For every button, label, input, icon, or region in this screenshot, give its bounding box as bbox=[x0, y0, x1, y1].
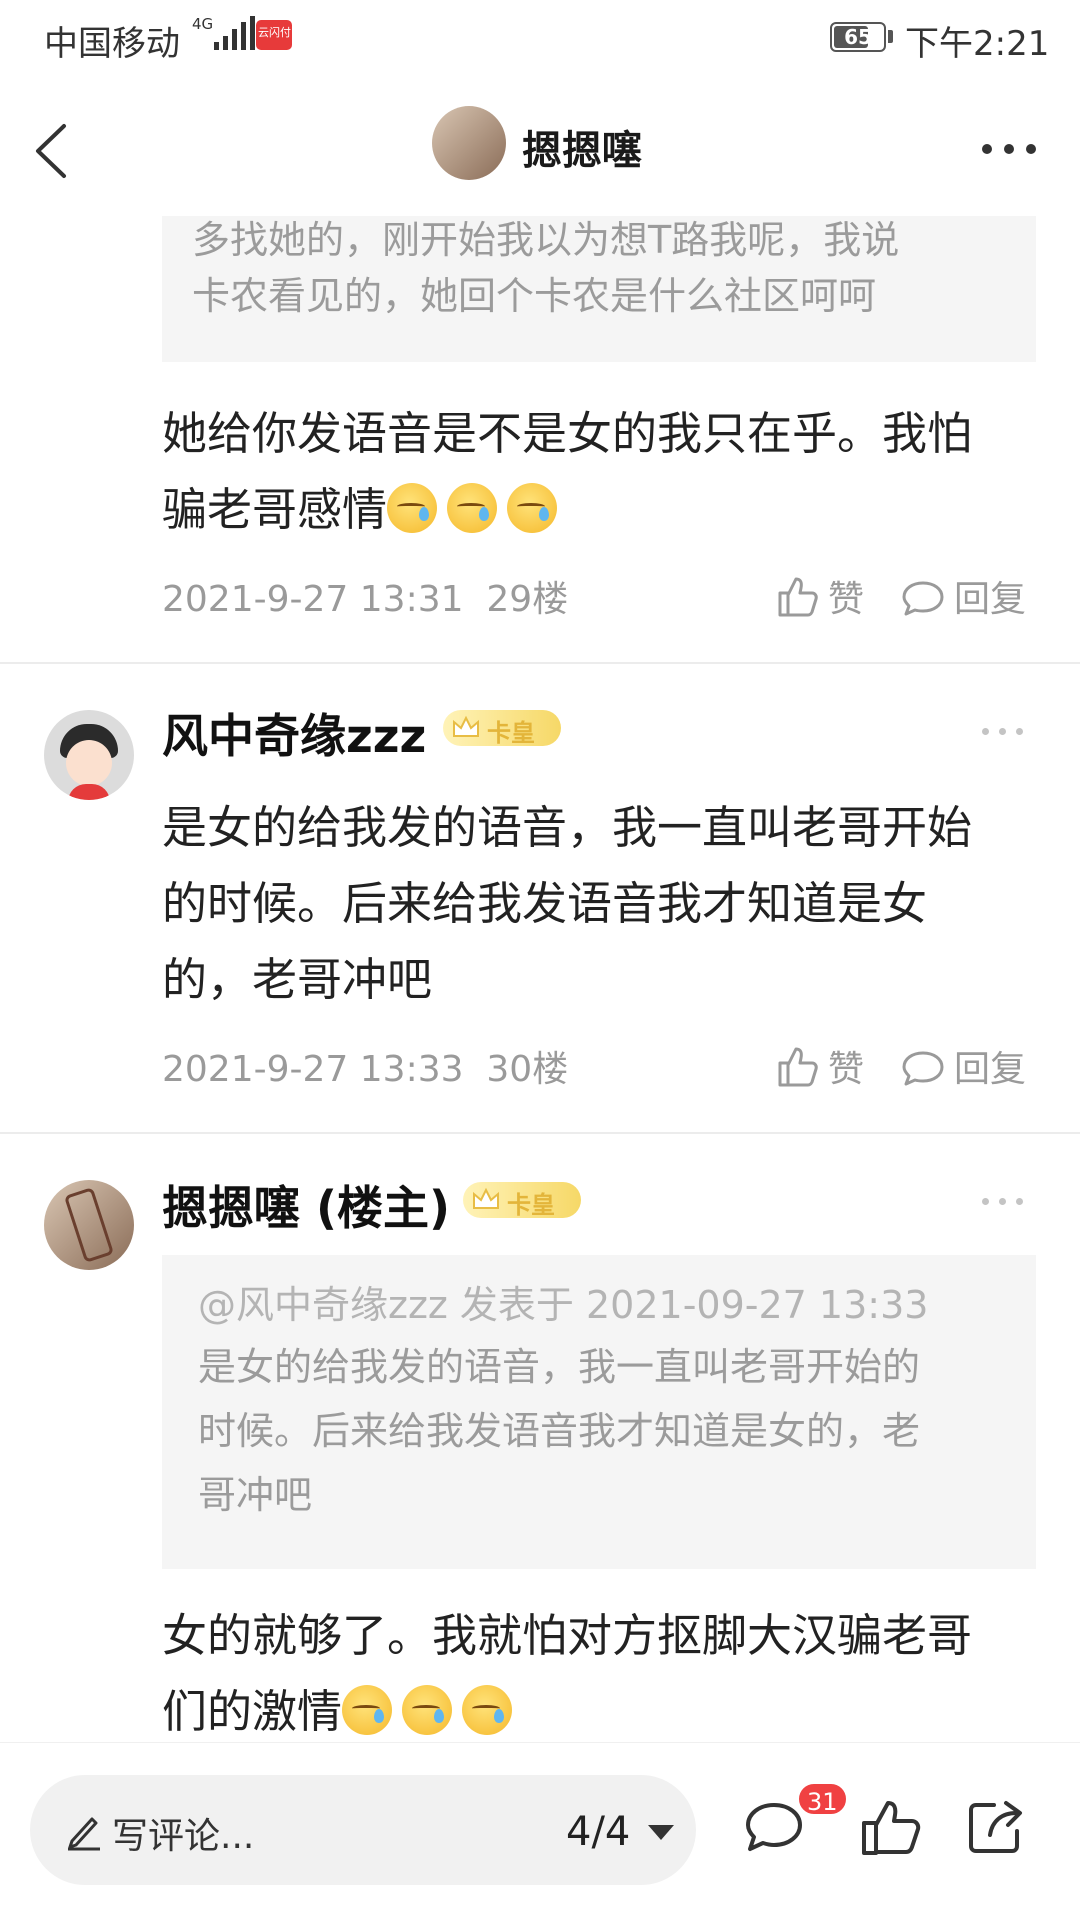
battery-icon: 65 bbox=[830, 22, 886, 52]
crown-icon bbox=[473, 1187, 499, 1209]
username[interactable]: 摁摁噻 (楼主) bbox=[162, 1172, 450, 1238]
quote-line: 时候。后来给我发语音我才知道是女的，老 bbox=[198, 1409, 921, 1453]
reply-button[interactable]: 回复 bbox=[900, 1040, 1026, 1092]
quote-line: 哥冲吧 bbox=[198, 1473, 313, 1517]
crown-icon bbox=[453, 715, 479, 737]
like-icon[interactable] bbox=[854, 1791, 926, 1863]
quote-header: @风中奇缘zzz 发表于 2021-09-27 13:33 bbox=[198, 1283, 929, 1327]
union-pay-icon: 云闪付 bbox=[256, 20, 292, 50]
share-icon[interactable] bbox=[960, 1791, 1032, 1863]
post-floor: 29楼 bbox=[486, 579, 569, 620]
sweat-emoji-icon bbox=[342, 1685, 393, 1735]
comment-input[interactable]: 写评论... 4/4 bbox=[30, 1775, 696, 1885]
battery-level: 65 bbox=[844, 25, 872, 49]
signal-icon bbox=[214, 16, 255, 50]
badge-label: 卡皇 bbox=[487, 719, 535, 747]
post-line: 的时候。后来给我发语音我才知道是女 bbox=[162, 877, 928, 930]
post-floor: 30楼 bbox=[486, 1049, 569, 1090]
post-more-icon[interactable] bbox=[980, 1192, 1026, 1212]
nav-header: 摁摁噻 bbox=[0, 76, 1080, 216]
reply-label: 回复 bbox=[954, 1049, 1027, 1090]
status-bar: 中国移动 4G 云闪付 65 下午2:21 bbox=[0, 0, 1080, 76]
back-arrow-icon[interactable] bbox=[22, 116, 92, 186]
post-line: 们的激情 bbox=[162, 1685, 343, 1738]
reply-label: 回复 bbox=[954, 579, 1027, 620]
post-line: 的，老哥冲吧 bbox=[162, 953, 433, 1006]
post-meta: 2021-9-27 13:31 29楼 bbox=[162, 570, 568, 622]
like-button[interactable]: 赞 bbox=[774, 1040, 864, 1092]
comment-placeholder: 写评论... bbox=[112, 1816, 255, 1857]
post-line: 她给你发语音是不是女的我只在乎。我怕 bbox=[162, 407, 973, 460]
post-meta: 2021-9-27 13:33 30楼 bbox=[162, 1040, 568, 1092]
author-avatar[interactable] bbox=[432, 106, 506, 180]
post-body: 是女的给我发的语音，我一直叫老哥开始 的时候。后来给我发语音我才知道是女 的，老… bbox=[162, 790, 972, 1018]
clock: 下午2:21 bbox=[905, 24, 1050, 64]
badge-label: 卡皇 bbox=[507, 1191, 555, 1219]
comment-count-badge: 31 bbox=[796, 1781, 849, 1817]
quoted-comment: 多找她的，刚开始我以为想T路我呢，我说 卡农看见的，她回个卡农是什么社区呵呵 bbox=[162, 216, 1036, 362]
pen-icon bbox=[68, 1817, 100, 1851]
battery-cap bbox=[888, 30, 893, 43]
more-icon[interactable] bbox=[978, 124, 1042, 174]
reply-icon bbox=[902, 581, 944, 616]
user-avatar[interactable] bbox=[44, 1180, 134, 1270]
reply-icon bbox=[902, 1051, 944, 1086]
post-datetime: 2021-9-27 13:33 bbox=[162, 1049, 464, 1090]
divider bbox=[0, 1132, 1080, 1134]
sweat-emoji-icon bbox=[462, 1685, 513, 1735]
sweat-emoji-icon bbox=[402, 1685, 453, 1735]
quote-line: 卡农看见的，她回个卡农是什么社区呵呵 bbox=[192, 274, 877, 318]
like-button[interactable]: 赞 bbox=[774, 570, 864, 622]
chevron-down-icon[interactable] bbox=[648, 1825, 674, 1840]
like-label: 赞 bbox=[828, 579, 865, 620]
page-indicator[interactable]: 4/4 bbox=[566, 1809, 630, 1855]
post-body: 她给你发语音是不是女的我只在乎。我怕 骗老哥感情 bbox=[162, 396, 972, 548]
quoted-comment: @风中奇缘zzz 发表于 2021-09-27 13:33 是女的给我发的语音，… bbox=[162, 1255, 1036, 1569]
reply-button[interactable]: 回复 bbox=[900, 570, 1026, 622]
like-icon bbox=[778, 577, 818, 617]
level-badge: 卡皇 bbox=[463, 1182, 581, 1219]
bottom-bar: 写评论... 4/4 31 bbox=[0, 1742, 1080, 1920]
username[interactable]: 风中奇缘zzz bbox=[162, 700, 426, 766]
carrier-label: 中国移动 bbox=[44, 24, 180, 64]
post-more-icon[interactable] bbox=[980, 722, 1026, 742]
sweat-emoji-icon bbox=[387, 483, 438, 533]
like-icon bbox=[778, 1047, 818, 1087]
page-title: 摁摁噻 bbox=[522, 128, 642, 174]
divider bbox=[0, 662, 1080, 664]
post-body: 女的就够了。我就怕对方抠脚大汉骗老哥 们的激情 bbox=[162, 1598, 972, 1750]
sweat-emoji-icon bbox=[447, 483, 498, 533]
post-line: 是女的给我发的语音，我一直叫老哥开始 bbox=[162, 801, 973, 854]
quote-line: 是女的给我发的语音，我一直叫老哥开始的 bbox=[198, 1345, 921, 1389]
user-avatar[interactable] bbox=[44, 710, 134, 800]
quote-line: 多找她的，刚开始我以为想T路我呢，我说 bbox=[192, 218, 900, 262]
post-datetime: 2021-9-27 13:31 bbox=[162, 579, 464, 620]
post-line: 骗老哥感情 bbox=[162, 483, 388, 536]
post-line: 女的就够了。我就怕对方抠脚大汉骗老哥 bbox=[162, 1609, 973, 1662]
sweat-emoji-icon bbox=[507, 483, 558, 533]
like-label: 赞 bbox=[828, 1049, 865, 1090]
level-badge: 卡皇 bbox=[443, 710, 561, 747]
